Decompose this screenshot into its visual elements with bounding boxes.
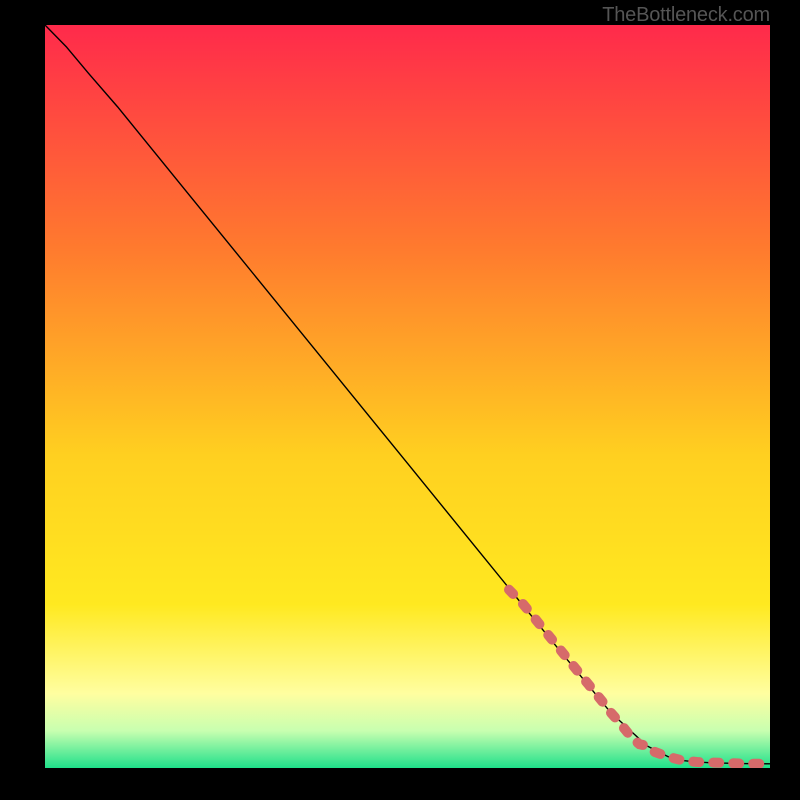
chart-container: TheBottleneck.com <box>0 0 800 800</box>
gradient-background <box>45 25 770 768</box>
attribution-label: TheBottleneck.com <box>602 4 770 27</box>
plot-svg <box>45 25 770 768</box>
plot-area <box>45 25 770 768</box>
